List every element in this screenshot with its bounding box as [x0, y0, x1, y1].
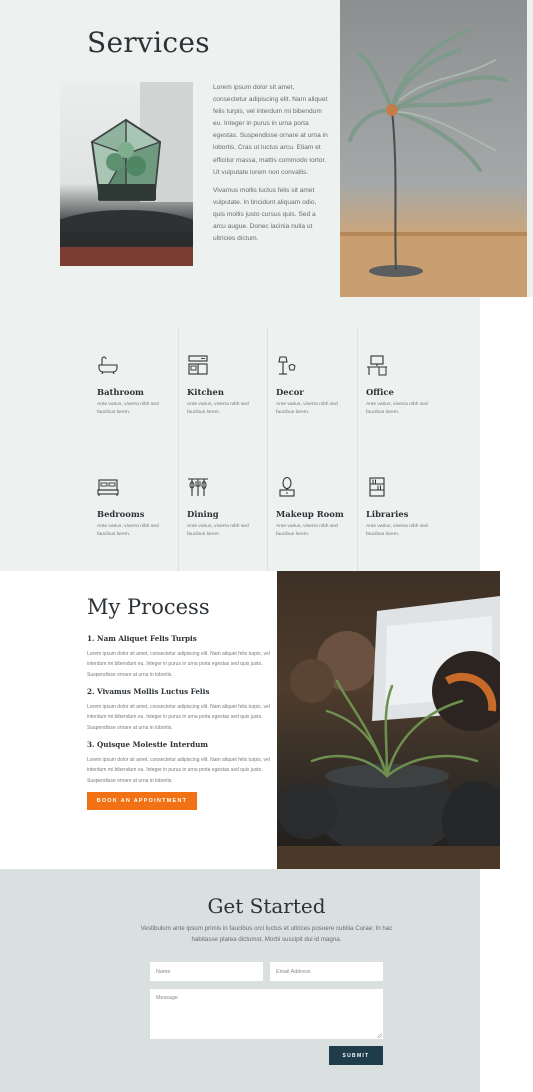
room-description: Ante varius, viverra nibh sed faucibus l…: [97, 524, 159, 538]
air-plant-image: [340, 0, 527, 297]
process-step-1: 1. Nam Aliquet Felis Turpis Lorem ipsum …: [87, 634, 272, 680]
process-title: My Process: [87, 595, 210, 619]
room-office: Office Ante varius, viverra nibh sed fau…: [357, 327, 446, 451]
room-name: Bathroom: [97, 387, 144, 397]
rooms-section: Bathroom Ante varius, viverra nibh sed f…: [0, 297, 480, 573]
room-name: Bedrooms: [97, 509, 145, 519]
mirror-icon: [279, 476, 295, 497]
lamp-icon: [278, 356, 296, 375]
terrarium-image: [60, 82, 193, 266]
get-started-section: Get Started Vestibulum ante ipsum primis…: [0, 869, 480, 1092]
step-text: Lorem ipsum dolor sit amet, consectetur …: [87, 757, 270, 784]
room-name: Libraries: [366, 509, 409, 519]
potted-plant-image: [277, 571, 500, 869]
book-appointment-button[interactable]: BOOK AN APPOINTMENT: [87, 792, 197, 810]
room-name: Kitchen: [187, 387, 224, 397]
step-title: 2. Vivamus Mollis Luctus Felis: [87, 687, 210, 696]
room-libraries: Libraries Ante varius, viverra nibh sed …: [357, 449, 446, 573]
room-description: Ante varius, viverra nibh sed faucibus l…: [97, 402, 159, 416]
room-name: Office: [366, 387, 394, 397]
services-title: Services: [87, 26, 210, 59]
room-dining: Dining Ante varius, viverra nibh sed fau…: [178, 449, 267, 573]
get-started-title: Get Started: [207, 894, 326, 918]
get-started-description: Vestibulum ante ipsum primis in faucibus…: [140, 925, 393, 943]
kitchen-icon: [188, 355, 208, 375]
room-name: Decor: [276, 387, 304, 397]
room-name: Dining: [187, 509, 219, 519]
submit-button[interactable]: SUBMIT: [329, 1046, 383, 1065]
room-description: Ante varius, viverra nibh sed faucibus l…: [276, 524, 338, 538]
step-title: 3. Quisque Molestie Interdum: [87, 740, 208, 749]
services-paragraph-2: Vivamus mollis luctus felis sit amet vul…: [213, 186, 317, 243]
room-decor: Decor Ante varius, viverra nibh sed fauc…: [267, 327, 356, 451]
step-text: Lorem ipsum dolor sit amet, consectetur …: [87, 651, 270, 678]
room-makeup-room: Makeup Room Ante varius, viverra nibh se…: [267, 449, 356, 573]
utensils-icon: [188, 478, 208, 496]
resize-handle-icon[interactable]: [377, 1033, 382, 1038]
room-name: Makeup Room: [276, 509, 344, 519]
process-step-2: 2. Vivamus Mollis Luctus Felis Lorem ips…: [87, 687, 272, 733]
room-description: Ante varius, viverra nibh sed faucibus l…: [187, 524, 249, 538]
room-description: Ante varius, viverra nibh sed faucibus l…: [276, 402, 338, 416]
room-description: Ante varius, viverra nibh sed faucibus l…: [187, 402, 249, 416]
room-description: Ante varius, viverra nibh sed faucibus l…: [366, 524, 428, 538]
room-bedrooms: Bedrooms Ante varius, viverra nibh sed f…: [89, 449, 178, 573]
message-field[interactable]: [150, 989, 383, 1039]
process-section: My Process 1. Nam Aliquet Felis Turpis L…: [0, 571, 533, 869]
bathtub-icon: [98, 356, 118, 375]
room-description: Ante varius, viverra nibh sed faucibus l…: [366, 402, 428, 416]
services-paragraph-1: Lorem ipsum dolor sit amet, consectetur …: [213, 84, 328, 176]
bookshelf-icon: [369, 477, 385, 497]
email-field[interactable]: [270, 962, 383, 981]
services-section: Services Lorem ipsum dolor sit amet, con…: [0, 0, 533, 297]
step-text: Lorem ipsum dolor sit amet, consectetur …: [87, 704, 270, 731]
process-step-3: 3. Quisque Molestie Interdum Lorem ipsum…: [87, 740, 272, 786]
room-kitchen: Kitchen Ante varius, viverra nibh sed fa…: [178, 327, 267, 451]
room-bathroom: Bathroom Ante varius, viverra nibh sed f…: [89, 327, 178, 451]
bed-icon: [97, 479, 119, 496]
step-title: 1. Nam Aliquet Felis Turpis: [87, 634, 197, 643]
services-description: Lorem ipsum dolor sit amet, consectetur …: [213, 82, 328, 245]
name-field[interactable]: [150, 962, 263, 981]
desk-icon: [367, 355, 387, 376]
